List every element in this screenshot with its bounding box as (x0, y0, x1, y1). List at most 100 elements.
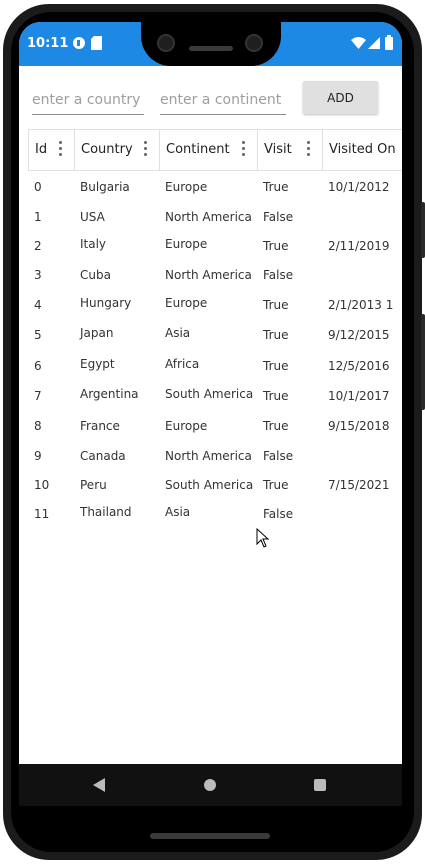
android-nav-bar (19, 764, 402, 806)
table-cell: North America (165, 210, 252, 224)
table-cell: Canada (80, 449, 126, 463)
add-button[interactable]: ADD (303, 81, 378, 114)
column-header-label: Visit (264, 142, 292, 157)
battery-icon (385, 35, 393, 50)
table-cell: 6 (34, 359, 42, 373)
table-cell: 2/11/2019 (328, 239, 390, 253)
front-camera-icon (245, 34, 263, 52)
table-cell: USA (80, 210, 105, 224)
country-input[interactable] (32, 86, 144, 115)
table-cell: South America (165, 478, 254, 492)
table-cell: 10/1/2012 (328, 180, 390, 194)
table-row[interactable]: 4 Hungary Europe True 2/1/2013 1 (28, 290, 402, 319)
table-cell: Japan (80, 326, 114, 340)
table-cell: Cuba (80, 268, 111, 282)
table-cell: Europe (165, 296, 208, 310)
table-row[interactable]: 6 Egypt Africa True 12/5/2016 (28, 351, 402, 380)
table-cell: North America (165, 449, 252, 463)
bottom-speaker (150, 833, 270, 839)
table-cell: 10 (34, 478, 50, 492)
table-cell: 10/1/2017 (328, 389, 390, 403)
table-row[interactable]: 7 Argentina South America True 10/1/2017 (28, 381, 402, 410)
table-cell: 11 (34, 507, 50, 521)
table-row[interactable]: 5 Japan Asia True 9/12/2015 (28, 320, 402, 349)
table-cell: False (263, 507, 294, 521)
table-cell: 5 (34, 328, 42, 342)
column-header-visited-on[interactable]: Visited On (322, 130, 402, 170)
status-time: 10:11 (27, 36, 69, 51)
table-cell: True (263, 389, 289, 403)
app-notification-icon (73, 37, 85, 49)
column-menu-icon[interactable] (59, 141, 63, 159)
table-row[interactable]: 1 USA North America False (28, 202, 402, 231)
table-cell: Asia (165, 505, 191, 519)
table-row[interactable]: 11 Thailand Asia False (28, 499, 402, 528)
table-cell: 7 (34, 389, 42, 403)
sim-card-icon (91, 36, 102, 50)
continent-input[interactable] (160, 86, 286, 115)
column-header-visit[interactable]: Visit (257, 130, 323, 170)
table-cell: 8 (34, 419, 42, 433)
countries-grid: Id Country Continent Visit Visited On 0 … (28, 129, 402, 529)
table-cell: True (263, 359, 289, 373)
table-cell: 3 (34, 268, 42, 282)
table-row[interactable]: 10 Peru South America True 7/15/2021 (28, 470, 402, 499)
table-cell: South America (165, 387, 254, 401)
column-menu-icon[interactable] (307, 141, 311, 159)
table-cell: 1 (34, 210, 42, 224)
volume-button (421, 314, 425, 410)
table-row[interactable]: 8 France Europe True 9/15/2018 (28, 411, 402, 440)
table-cell: North America (165, 268, 252, 282)
column-menu-icon[interactable] (144, 141, 148, 159)
table-cell: 9/15/2018 (328, 419, 390, 433)
table-cell: 7/15/2021 (328, 478, 390, 492)
column-header-label: Visited On (329, 142, 396, 157)
table-cell: Bulgaria (80, 180, 130, 194)
earpiece-speaker (189, 46, 233, 51)
column-menu-icon[interactable] (242, 141, 246, 159)
table-cell: False (263, 268, 294, 282)
table-row[interactable]: 2 Italy Europe True 2/11/2019 (28, 231, 402, 260)
table-row[interactable]: 0 Bulgaria Europe True 10/1/2012 (28, 172, 402, 201)
table-cell: False (263, 210, 294, 224)
column-header-country[interactable]: Country (74, 130, 160, 170)
table-row[interactable]: 3 Cuba North America False (28, 260, 402, 289)
table-cell: 9 (34, 449, 42, 463)
back-icon[interactable] (93, 778, 105, 792)
table-cell: Egypt (80, 357, 115, 371)
home-icon[interactable] (204, 779, 216, 791)
table-cell: True (263, 478, 289, 492)
wifi-icon (351, 37, 366, 49)
column-header-label: Continent (166, 142, 230, 157)
column-header-continent[interactable]: Continent (159, 130, 258, 170)
table-cell: Africa (165, 357, 200, 371)
table-cell: True (263, 239, 289, 253)
table-cell: True (263, 180, 289, 194)
table-cell: Asia (165, 326, 191, 340)
table-cell: False (263, 449, 294, 463)
grid-header: Id Country Continent Visit Visited On (28, 129, 402, 171)
signal-icon (368, 37, 380, 49)
camera-notch (141, 22, 281, 66)
table-cell: True (263, 419, 289, 433)
app-screen: 10:11 ADD Id (19, 22, 402, 764)
table-row[interactable]: 9 Canada North America False (28, 441, 402, 470)
table-cell: Peru (80, 478, 107, 492)
power-button (421, 202, 425, 258)
column-header-label: Id (35, 142, 48, 157)
table-cell: 2/1/2013 1 (328, 298, 394, 312)
table-cell: Europe (165, 180, 208, 194)
recent-apps-icon[interactable] (314, 779, 326, 791)
table-cell: Italy (80, 237, 107, 251)
front-camera-icon (157, 34, 175, 52)
column-header-id[interactable]: Id (28, 130, 75, 170)
table-cell: 12/5/2016 (328, 359, 390, 373)
table-cell: 9/12/2015 (328, 328, 390, 342)
table-cell: Thailand (80, 505, 132, 519)
table-cell: 4 (34, 298, 42, 312)
mouse-cursor-icon (256, 528, 270, 548)
table-cell: Europe (165, 237, 208, 251)
table-cell: Argentina (80, 387, 139, 401)
table-cell: 0 (34, 180, 42, 194)
table-cell: True (263, 328, 289, 342)
